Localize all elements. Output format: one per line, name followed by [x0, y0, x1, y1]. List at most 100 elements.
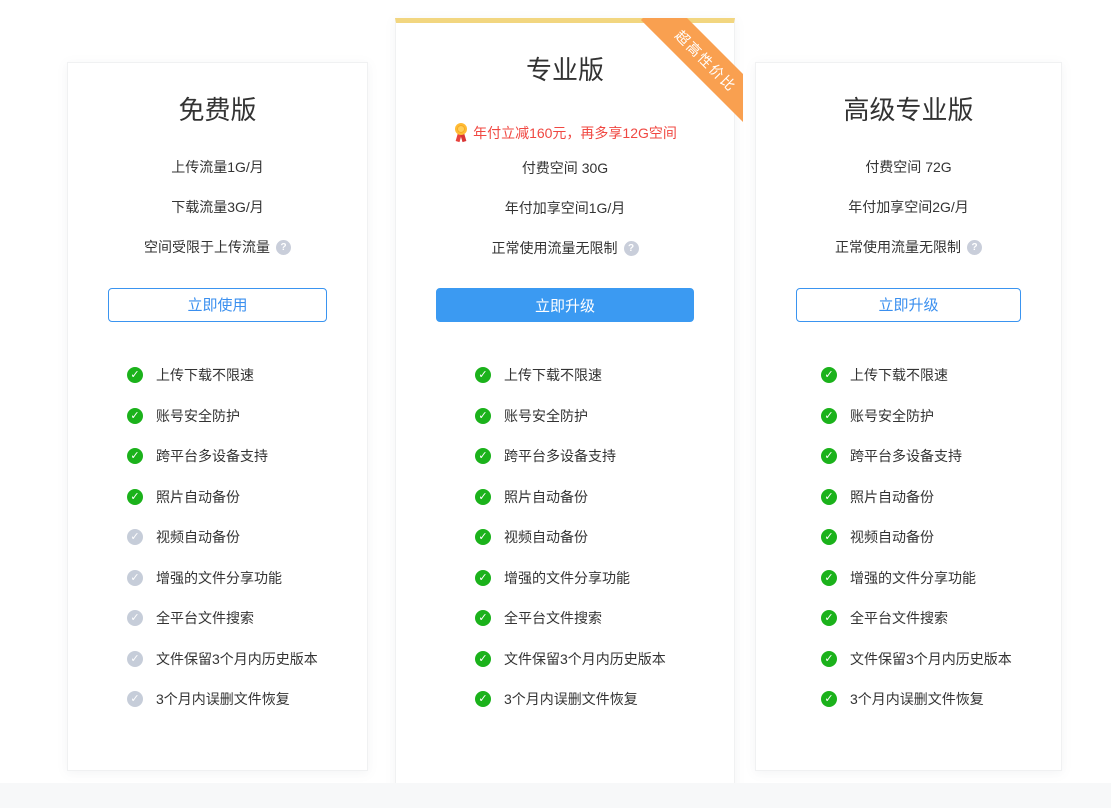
check-icon — [127, 610, 143, 626]
check-icon — [821, 691, 837, 707]
detail-text: 付费空间 72G — [865, 147, 951, 187]
feature-item: 账号安全防护 — [475, 396, 734, 437]
check-icon — [475, 651, 491, 667]
detail-text: 年付加享空间1G/月 — [505, 188, 626, 228]
check-icon — [475, 610, 491, 626]
feature-label: 增强的文件分享功能 — [850, 568, 976, 588]
check-icon — [475, 408, 491, 424]
feature-item: 增强的文件分享功能 — [821, 558, 1061, 599]
plan-detail: 上传流量1G/月 — [68, 147, 367, 187]
feature-item: 上传下载不限速 — [821, 355, 1061, 396]
plan-detail: 正常使用流量无限制 — [756, 227, 1061, 267]
feature-list: 上传下载不限速 账号安全防护 跨平台多设备支持 照片自动备份 视频自动备份 增强… — [68, 355, 367, 720]
detail-text: 空间受限于上传流量 — [144, 227, 270, 267]
plan-title: 免费版 — [68, 93, 367, 127]
feature-item: 3个月内误删文件恢复 — [821, 679, 1061, 720]
check-icon — [821, 651, 837, 667]
detail-text: 正常使用流量无限制 — [492, 228, 618, 268]
feature-item: 上传下载不限速 — [127, 355, 367, 396]
feature-label: 全平台文件搜索 — [504, 608, 602, 628]
feature-label: 上传下载不限速 — [850, 365, 948, 385]
check-icon — [475, 448, 491, 464]
feature-item: 上传下载不限速 — [475, 355, 734, 396]
feature-label: 视频自动备份 — [850, 527, 934, 547]
detail-text: 下载流量3G/月 — [171, 187, 264, 227]
feature-item: 视频自动备份 — [475, 517, 734, 558]
feature-label: 全平台文件搜索 — [850, 608, 948, 628]
plan-card-pro: 超高性价比 专业版 年付立减160元，再多享12G空间 付费空间 30G 年付加… — [395, 18, 735, 790]
feature-label: 视频自动备份 — [156, 527, 240, 547]
plan-detail: 付费空间 72G — [756, 147, 1061, 187]
check-icon — [127, 408, 143, 424]
check-icon — [821, 367, 837, 383]
feature-item: 照片自动备份 — [127, 477, 367, 518]
detail-text: 年付加享空间2G/月 — [848, 187, 969, 227]
feature-item: 照片自动备份 — [475, 477, 734, 518]
feature-label: 上传下载不限速 — [156, 365, 254, 385]
feature-item: 文件保留3个月内历史版本 — [127, 639, 367, 680]
plan-detail: 空间受限于上传流量 — [68, 227, 367, 267]
check-icon — [475, 489, 491, 505]
feature-item: 增强的文件分享功能 — [475, 558, 734, 599]
plan-details: 付费空间 30G 年付加享空间1G/月 正常使用流量无限制 — [396, 148, 734, 268]
feature-item: 文件保留3个月内历史版本 — [475, 639, 734, 680]
check-icon — [475, 529, 491, 545]
promo-text: 年付立减160元，再多享12G空间 — [473, 122, 677, 144]
plan-title: 专业版 — [396, 53, 734, 87]
feature-item: 文件保留3个月内历史版本 — [821, 639, 1061, 680]
plan-title: 高级专业版 — [756, 93, 1061, 127]
check-icon — [127, 651, 143, 667]
upgrade-button[interactable]: 立即升级 — [436, 288, 694, 322]
plan-card-premium: 高级专业版 付费空间 72G 年付加享空间2G/月 正常使用流量无限制 立即升级… — [755, 62, 1062, 771]
plan-detail: 付费空间 30G — [396, 148, 734, 188]
feature-label: 文件保留3个月内历史版本 — [850, 649, 1012, 669]
feature-label: 账号安全防护 — [504, 406, 588, 426]
feature-item: 照片自动备份 — [821, 477, 1061, 518]
help-icon[interactable] — [624, 241, 639, 256]
help-icon[interactable] — [967, 240, 982, 255]
feature-item: 全平台文件搜索 — [475, 598, 734, 639]
check-icon — [821, 529, 837, 545]
feature-label: 照片自动备份 — [156, 487, 240, 507]
check-icon — [475, 570, 491, 586]
feature-label: 跨平台多设备支持 — [850, 446, 962, 466]
feature-label: 3个月内误删文件恢复 — [850, 689, 984, 709]
check-icon — [821, 408, 837, 424]
feature-label: 增强的文件分享功能 — [504, 568, 630, 588]
feature-item: 账号安全防护 — [821, 396, 1061, 437]
detail-text: 正常使用流量无限制 — [835, 227, 961, 267]
check-icon — [475, 691, 491, 707]
check-icon — [821, 570, 837, 586]
plan-detail: 年付加享空间2G/月 — [756, 187, 1061, 227]
feature-label: 3个月内误删文件恢复 — [504, 689, 638, 709]
check-icon — [127, 367, 143, 383]
feature-item: 账号安全防护 — [127, 396, 367, 437]
upgrade-button[interactable]: 立即升级 — [796, 288, 1021, 322]
medal-icon — [453, 122, 469, 144]
feature-item: 跨平台多设备支持 — [475, 436, 734, 477]
help-icon[interactable] — [276, 240, 291, 255]
check-icon — [821, 489, 837, 505]
feature-item: 视频自动备份 — [821, 517, 1061, 558]
feature-label: 照片自动备份 — [850, 487, 934, 507]
promo-banner: 年付立减160元，再多享12G空间 — [396, 122, 734, 144]
check-icon — [127, 691, 143, 707]
feature-label: 账号安全防护 — [850, 406, 934, 426]
feature-label: 照片自动备份 — [504, 487, 588, 507]
use-now-button[interactable]: 立即使用 — [108, 288, 327, 322]
plan-details: 上传流量1G/月 下载流量3G/月 空间受限于上传流量 — [68, 147, 367, 267]
feature-item: 跨平台多设备支持 — [127, 436, 367, 477]
detail-text: 付费空间 30G — [522, 148, 608, 188]
feature-list: 上传下载不限速 账号安全防护 跨平台多设备支持 照片自动备份 视频自动备份 增强… — [756, 355, 1061, 720]
feature-label: 账号安全防护 — [156, 406, 240, 426]
feature-label: 文件保留3个月内历史版本 — [504, 649, 666, 669]
feature-item: 3个月内误删文件恢复 — [127, 679, 367, 720]
feature-label: 3个月内误删文件恢复 — [156, 689, 290, 709]
check-icon — [821, 610, 837, 626]
detail-text: 上传流量1G/月 — [171, 147, 264, 187]
feature-label: 文件保留3个月内历史版本 — [156, 649, 318, 669]
page-bottom-strip — [0, 783, 1111, 808]
plan-details: 付费空间 72G 年付加享空间2G/月 正常使用流量无限制 — [756, 147, 1061, 267]
feature-item: 全平台文件搜索 — [127, 598, 367, 639]
feature-item: 增强的文件分享功能 — [127, 558, 367, 599]
